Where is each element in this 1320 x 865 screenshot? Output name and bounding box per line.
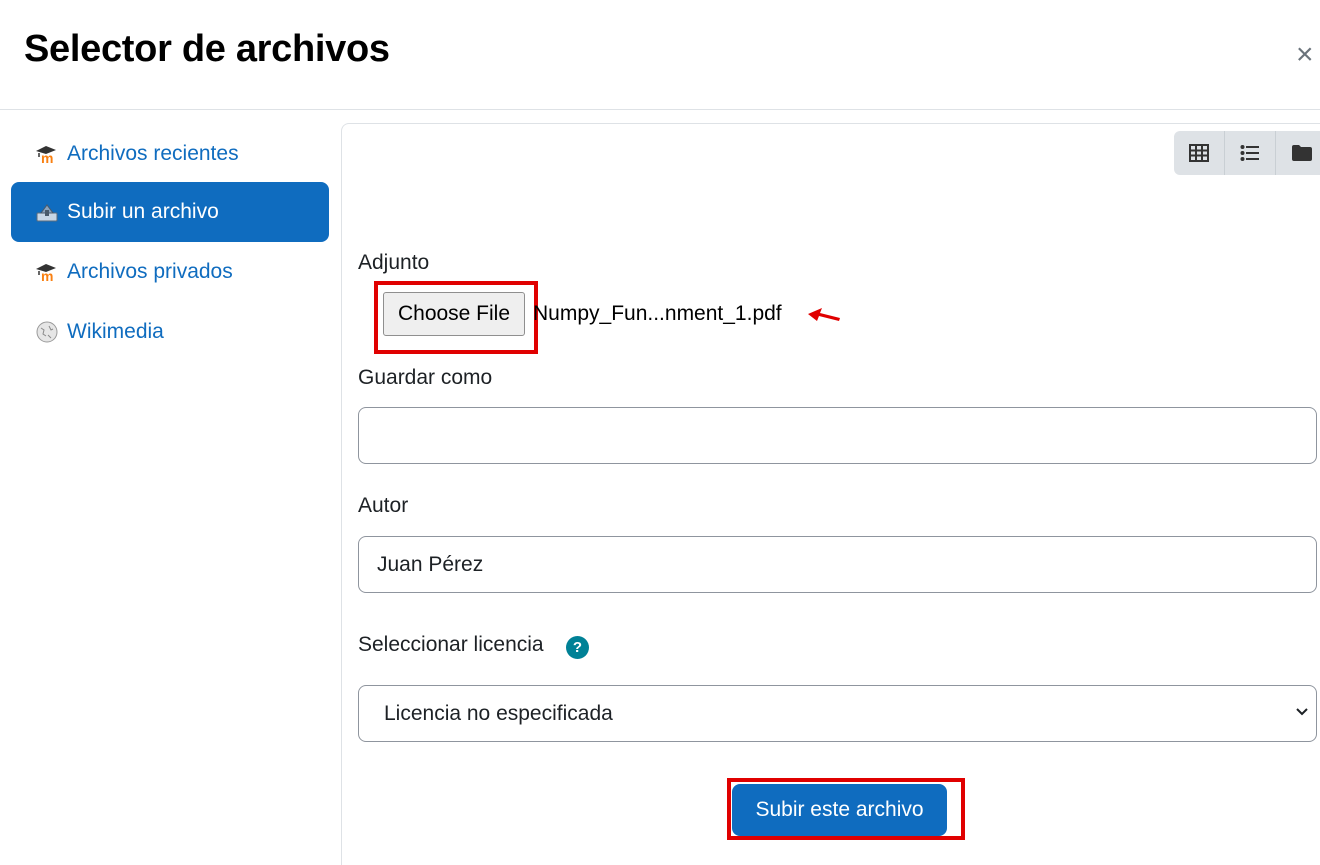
moodle-icon: m xyxy=(35,261,59,283)
choose-file-button[interactable]: Choose File xyxy=(383,292,525,336)
sidebar-item-label: Wikimedia xyxy=(67,320,164,343)
dialog-title: Selector de archivos xyxy=(24,28,390,70)
sidebar-item-label: Subir un archivo xyxy=(67,200,219,223)
license-select[interactable]: Licencia no especificada xyxy=(358,685,1317,742)
view-switcher xyxy=(1174,131,1320,175)
wikipedia-icon xyxy=(35,321,59,343)
sidebar-item-label: Archivos recientes xyxy=(67,142,239,165)
upload-panel xyxy=(341,123,1320,865)
sidebar-item-label: Archivos privados xyxy=(67,260,233,283)
repository-sidebar: m Archivos recientes Subir un archivo m … xyxy=(0,110,341,865)
attachment-label: Adjunto xyxy=(358,251,430,274)
svg-text:m: m xyxy=(41,268,53,282)
sidebar-item-archivos-recientes[interactable]: m Archivos recientes xyxy=(11,124,329,184)
folder-view-icon[interactable] xyxy=(1276,131,1320,175)
arrow-icon xyxy=(808,308,840,321)
svg-text:m: m xyxy=(41,150,53,164)
help-icon[interactable]: ? xyxy=(566,636,589,659)
license-label: Seleccionar licencia xyxy=(358,633,544,656)
author-input[interactable] xyxy=(358,536,1317,593)
save-as-input[interactable] xyxy=(358,407,1317,464)
moodle-icon: m xyxy=(35,143,59,165)
grid-view-icon[interactable] xyxy=(1174,131,1225,175)
sidebar-item-archivos-privados[interactable]: m Archivos privados xyxy=(11,242,329,302)
dialog-header: Selector de archivos × xyxy=(0,0,1320,110)
save-as-label: Guardar como xyxy=(358,366,493,389)
sidebar-item-subir-un-archivo[interactable]: Subir un archivo xyxy=(11,182,329,242)
license-select-value: Licencia no especificada xyxy=(384,701,613,725)
list-view-icon[interactable] xyxy=(1225,131,1276,175)
close-icon[interactable]: × xyxy=(1296,40,1314,70)
upload-submit-button[interactable]: Subir este archivo xyxy=(732,784,947,836)
chevron-down-icon xyxy=(1296,708,1308,716)
sidebar-item-wikimedia[interactable]: Wikimedia xyxy=(11,302,329,362)
author-label: Autor xyxy=(358,494,409,517)
upload-icon xyxy=(35,201,59,223)
selected-file-name: Numpy_Fun...nment_1.pdf xyxy=(533,302,782,325)
